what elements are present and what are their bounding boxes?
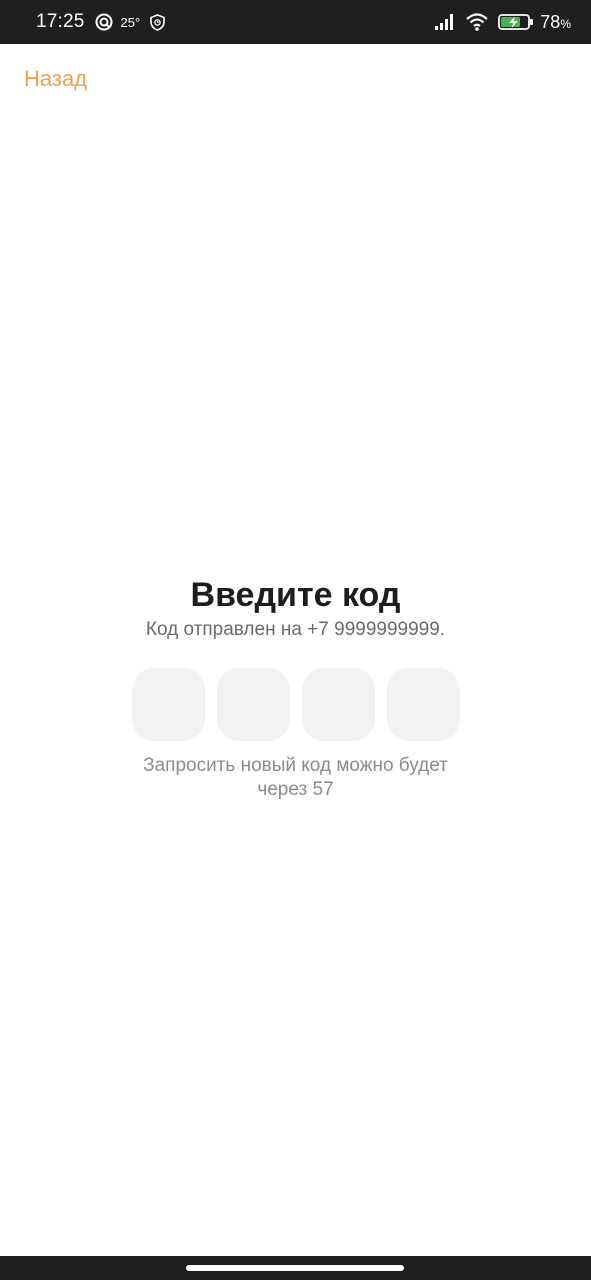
code-entry-section: Введите код Код отправлен на +7 99999999… (0, 574, 591, 802)
page-title: Введите код (190, 576, 401, 614)
status-time: 17:25 (36, 11, 85, 32)
status-bar: 17:25 25° 78% (0, 0, 591, 44)
battery-charging-icon (498, 13, 534, 31)
wifi-icon (466, 13, 489, 31)
code-input-row (131, 668, 460, 741)
code-digit-input-1[interactable] (131, 668, 205, 741)
battery-percentage: 78% (540, 12, 571, 33)
status-right-group: 78% (434, 12, 571, 33)
code-digit-input-3[interactable] (301, 668, 375, 741)
signal-icon (434, 13, 456, 31)
back-button[interactable]: Назад (24, 66, 87, 92)
shield-icon (150, 13, 166, 31)
code-digit-input-4[interactable] (386, 668, 460, 741)
home-indicator[interactable] (186, 1265, 404, 1271)
battery-unit: % (560, 16, 571, 31)
code-digit-input-2[interactable] (216, 668, 290, 741)
battery-number: 78 (540, 11, 561, 32)
otp-screen: 17:25 25° 78% Назад Введите код Код отпр… (0, 0, 591, 1280)
status-left-group: 17:25 25° (36, 11, 166, 33)
resend-countdown-text: Запросить новый код можно будет через 57 (143, 755, 448, 800)
status-temperature: 25° (120, 14, 141, 30)
quick-settings-icon (95, 13, 113, 31)
system-nav-bar (0, 1256, 591, 1280)
code-sent-subtitle: Код отправлен на +7 9999999999. (145, 619, 446, 640)
